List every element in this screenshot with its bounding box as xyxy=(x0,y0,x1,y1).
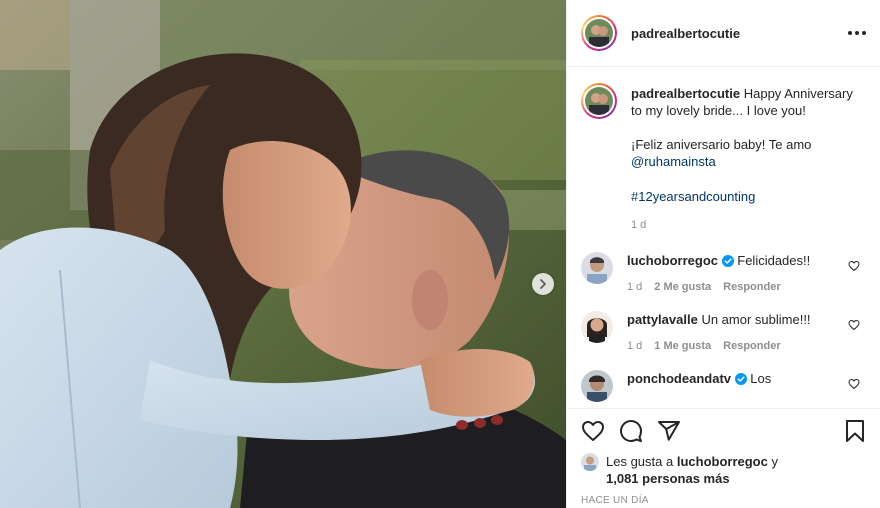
likes-summary: Les gusta a luchoborregoc y 1,081 person… xyxy=(581,453,866,487)
commenter-avatar[interactable] xyxy=(581,311,613,343)
caption-mention[interactable]: @ruhamainsta xyxy=(631,154,716,169)
post-caption: padrealbertocutie Happy Anniversary to m… xyxy=(581,83,866,234)
avatar-image xyxy=(581,370,613,402)
likes-prefix: Les gusta a xyxy=(606,454,674,469)
next-photo-button[interactable] xyxy=(532,273,554,295)
author-avatar[interactable] xyxy=(581,15,617,51)
more-options-button[interactable] xyxy=(848,31,866,35)
comment-item: ponchodeandatv Los xyxy=(581,370,866,402)
comment-username[interactable]: pattylavalle xyxy=(627,312,698,327)
verified-badge-icon xyxy=(734,373,747,385)
post-side-panel: padrealbertocutie padrealbertocutie Happ… xyxy=(566,0,880,508)
share-button[interactable] xyxy=(657,419,681,443)
heart-icon xyxy=(582,421,604,441)
comment-likes[interactable]: 2 Me gusta xyxy=(654,278,711,296)
commenter-avatar[interactable] xyxy=(581,370,613,402)
small-heart-icon[interactable] xyxy=(848,319,860,331)
comment-button[interactable] xyxy=(619,419,643,443)
like-button[interactable] xyxy=(581,419,605,443)
small-heart-icon[interactable] xyxy=(848,260,860,272)
avatar-image xyxy=(585,19,613,47)
likes-user[interactable]: luchoborregoc xyxy=(677,454,768,469)
post-date[interactable]: HACE UN DÍA xyxy=(581,495,866,506)
author-username[interactable]: padrealbertocutie xyxy=(631,26,740,41)
comment-username[interactable]: ponchodeandatv xyxy=(627,371,731,386)
comment-item: pattylavalle Un amor sublime!!! 1 d 1 Me… xyxy=(581,311,866,355)
caption-line-2: ¡Feliz aniversario baby! Te amo xyxy=(631,137,812,152)
liker-avatar[interactable] xyxy=(581,453,599,471)
caption-text: padrealbertocutie Happy Anniversary to m… xyxy=(631,85,866,234)
avatar-image xyxy=(581,453,599,471)
likes-connector: y xyxy=(771,454,778,469)
avatar-image xyxy=(581,252,613,284)
comment-item: luchoborregoc Felicidades!! 1 d 2 Me gus… xyxy=(581,252,866,296)
comment-reply-button[interactable]: Responder xyxy=(723,337,780,355)
small-heart-icon[interactable] xyxy=(848,378,860,390)
post-header: padrealbertocutie xyxy=(567,0,880,67)
post-actions-area: Les gusta a luchoborregoc y 1,081 person… xyxy=(567,408,880,508)
comment-icon xyxy=(620,420,642,442)
verified-badge-icon xyxy=(721,255,734,267)
comment-text: Los xyxy=(750,371,772,386)
caption-author-avatar[interactable] xyxy=(581,83,617,119)
action-bar xyxy=(581,409,866,453)
comment-time[interactable]: 1 d xyxy=(627,278,642,296)
avatar-image xyxy=(581,311,613,343)
comment-meta: 1 d 1 Me gusta Responder xyxy=(627,337,847,355)
comment-text: Felicidades!! xyxy=(737,253,811,268)
bookmark-icon xyxy=(846,420,864,442)
post-image xyxy=(0,0,566,508)
instagram-post: padrealbertocutie padrealbertocutie Happ… xyxy=(0,0,880,508)
comment-meta: 1 d 2 Me gusta Responder xyxy=(627,278,847,296)
comment-reply-button[interactable]: Responder xyxy=(723,278,780,296)
comment-text: Un amor sublime!!! xyxy=(701,312,811,327)
comment-username[interactable]: luchoborregoc xyxy=(627,253,718,268)
avatar-image xyxy=(585,87,613,115)
caption-time[interactable]: 1 d xyxy=(631,217,866,234)
comment-time[interactable]: 1 d xyxy=(627,337,642,355)
paper-plane-icon xyxy=(658,421,680,441)
caption-hashtag[interactable]: #12yearsandcounting xyxy=(631,189,755,204)
comments-list[interactable]: padrealbertocutie Happy Anniversary to m… xyxy=(567,67,880,408)
save-button[interactable] xyxy=(844,419,866,443)
chevron-right-icon xyxy=(540,279,546,289)
comment-likes[interactable]: 1 Me gusta xyxy=(654,337,711,355)
likes-others[interactable]: 1,081 personas más xyxy=(606,471,730,486)
caption-username[interactable]: padrealbertocutie xyxy=(631,86,740,101)
more-options-icon xyxy=(848,31,852,35)
post-photo[interactable] xyxy=(0,0,566,508)
commenter-avatar[interactable] xyxy=(581,252,613,284)
